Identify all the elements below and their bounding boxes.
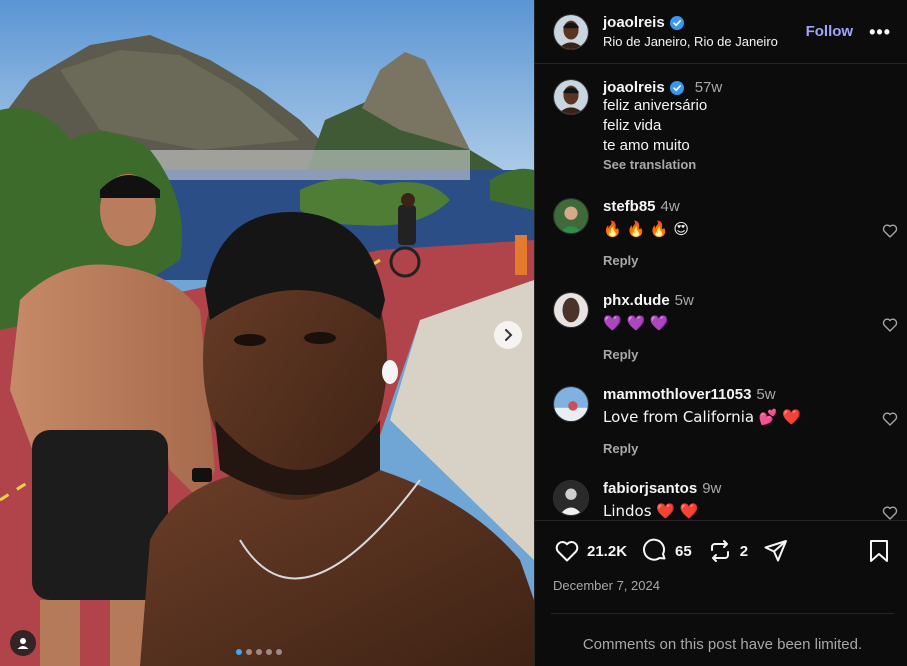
- avatar-image: [554, 293, 588, 327]
- author-name-row: joaolreis: [603, 14, 806, 31]
- post-actions: 21.2K 65 2 December 7, 2024: [535, 520, 907, 593]
- comment-text: 🔥 🔥 🔥 😍: [603, 220, 689, 238]
- commenter-avatar[interactable]: [553, 292, 589, 328]
- heart-icon[interactable]: [881, 316, 899, 334]
- caption-time[interactable]: 57w: [695, 79, 723, 96]
- comment-header: stefb85 4w: [603, 198, 893, 215]
- post-date[interactable]: December 7, 2024: [553, 578, 892, 593]
- caption-username[interactable]: joaolreis: [603, 79, 665, 96]
- comment-header: phx.dude 5w: [603, 292, 893, 309]
- comment-header: mammothlover11053 5w: [603, 386, 893, 403]
- caption-author-row: joaolreis 57w: [603, 79, 722, 96]
- likes-count[interactable]: 21.2K: [587, 543, 627, 560]
- comment-button[interactable]: 65: [641, 537, 692, 565]
- instagram-post-view: joaolreis Rio de Janeiro, Rio de Janeiro…: [0, 0, 907, 666]
- heart-icon: [555, 541, 579, 562]
- avatar-image: [554, 14, 588, 49]
- commenter-avatar[interactable]: [553, 386, 589, 422]
- comment-time[interactable]: 4w: [661, 198, 680, 215]
- bookmark-icon: [870, 540, 888, 562]
- comment-item: phx.dude 5w 💜 💜 💜 Reply: [553, 292, 898, 362]
- post-caption: joaolreis 57w feliz aniversário feliz vi…: [535, 65, 907, 172]
- verified-badge-icon: [669, 80, 684, 95]
- comment-item: stefb85 4w 🔥 🔥 🔥 😍 Reply: [553, 198, 898, 268]
- verified-badge-icon: [669, 15, 684, 30]
- comment-username[interactable]: mammothlover11053: [603, 386, 751, 403]
- follow-button[interactable]: Follow: [806, 23, 854, 40]
- author-username[interactable]: joaolreis: [603, 14, 665, 31]
- caption-line: feliz vida: [603, 117, 662, 134]
- avatar-image: [554, 199, 588, 233]
- comment-body: stefb85 4w 🔥 🔥 🔥 😍 Reply: [603, 198, 893, 268]
- comments-limited-notice: Comments on this post have been limited.: [551, 613, 894, 653]
- comment-text: 💜 💜 💜: [603, 314, 669, 332]
- like-button[interactable]: 21.2K: [553, 537, 627, 565]
- comment-username[interactable]: fabiorjsantos: [603, 480, 697, 497]
- carousel-dot: [236, 649, 242, 655]
- comment-text: Love from California 💕 ❤️: [603, 408, 801, 426]
- heart-icon[interactable]: [881, 504, 899, 520]
- share-icon: [764, 540, 788, 562]
- comment-text: Lindos ❤️ ❤️: [603, 502, 699, 520]
- post-side-panel: joaolreis Rio de Janeiro, Rio de Janeiro…: [534, 0, 907, 666]
- comment-item: mammothlover11053 5w Love from Californi…: [553, 386, 898, 456]
- chevron-right-icon: [505, 329, 513, 341]
- see-translation-link[interactable]: See translation: [603, 157, 722, 172]
- comment-username[interactable]: phx.dude: [603, 292, 670, 309]
- comments-section[interactable]: joaolreis 57w feliz aniversário feliz vi…: [535, 65, 907, 520]
- caption-author-avatar[interactable]: [553, 79, 589, 115]
- author-avatar[interactable]: [553, 13, 589, 50]
- author-info: joaolreis Rio de Janeiro, Rio de Janeiro: [603, 14, 806, 49]
- action-row: 21.2K 65 2: [553, 537, 892, 565]
- carousel-dot: [256, 649, 262, 655]
- post-location[interactable]: Rio de Janeiro, Rio de Janeiro: [603, 34, 806, 49]
- post-header: joaolreis Rio de Janeiro, Rio de Janeiro…: [535, 0, 907, 64]
- avatar-image: [554, 80, 588, 114]
- repost-button[interactable]: 2: [706, 537, 748, 565]
- tagged-users-button[interactable]: [10, 630, 36, 656]
- commenter-avatar[interactable]: [553, 480, 589, 516]
- caption-line: te amo muito: [603, 137, 690, 154]
- comment-body: mammothlover11053 5w Love from Californi…: [603, 386, 893, 456]
- comment-username[interactable]: stefb85: [603, 198, 656, 215]
- carousel-dot: [246, 649, 252, 655]
- carousel-dot: [266, 649, 272, 655]
- comment-time[interactable]: 5w: [675, 292, 694, 309]
- reposts-count[interactable]: 2: [740, 543, 748, 560]
- next-photo-button[interactable]: [494, 321, 522, 349]
- share-button[interactable]: [762, 537, 790, 565]
- reply-button[interactable]: Reply: [603, 253, 893, 268]
- commenter-avatar[interactable]: [553, 198, 589, 234]
- avatar-image: [554, 387, 588, 421]
- comments-count[interactable]: 65: [675, 543, 692, 560]
- comment-body: phx.dude 5w 💜 💜 💜 Reply: [603, 292, 893, 362]
- comment-header: fabiorjsantos 9w: [603, 480, 893, 497]
- caption-line: feliz aniversário: [603, 97, 708, 114]
- avatar-image: [554, 481, 588, 515]
- comment-time[interactable]: 9w: [702, 480, 721, 497]
- comment-body: fabiorjsantos 9w Lindos ❤️ ❤️: [603, 480, 893, 520]
- heart-icon[interactable]: [881, 222, 899, 240]
- photo-scene: [0, 0, 534, 666]
- user-tag-icon: [17, 638, 29, 649]
- caption-body: joaolreis 57w feliz aniversário feliz vi…: [603, 79, 722, 172]
- carousel-indicator: [236, 649, 282, 655]
- post-photo[interactable]: [0, 0, 534, 666]
- comment-time[interactable]: 5w: [756, 386, 775, 403]
- reply-button[interactable]: Reply: [603, 347, 893, 362]
- comment-item: fabiorjsantos 9w Lindos ❤️ ❤️: [553, 480, 898, 520]
- repost-icon: [710, 540, 729, 562]
- reply-button[interactable]: Reply: [603, 441, 893, 456]
- carousel-dot: [276, 649, 282, 655]
- comment-icon: [643, 538, 666, 561]
- more-options-button[interactable]: •••: [869, 23, 891, 41]
- heart-icon[interactable]: [881, 410, 899, 428]
- save-button[interactable]: [866, 538, 892, 564]
